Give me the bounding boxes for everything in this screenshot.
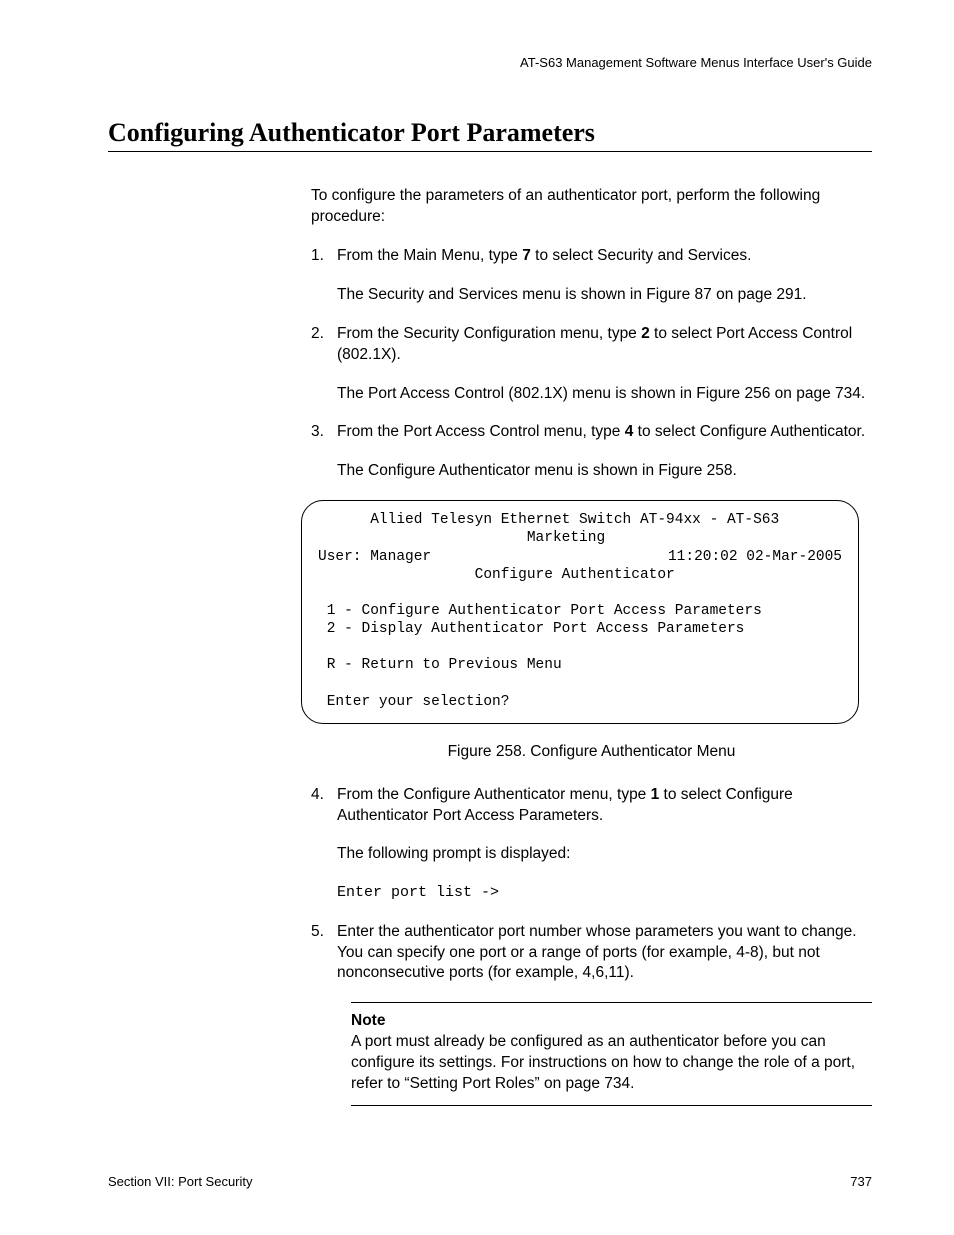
- terminal-option: R - Return to Previous Menu: [318, 656, 842, 674]
- step-2: 2. From the Security Configuration menu,…: [311, 324, 872, 366]
- bold-key: 2: [641, 325, 650, 342]
- terminal-user: User: Manager: [318, 548, 431, 566]
- terminal-line: Marketing: [318, 529, 842, 547]
- figure-caption: Figure 258. Configure Authenticator Menu: [311, 742, 872, 763]
- step-2-follow: The Port Access Control (802.1X) menu is…: [337, 384, 872, 405]
- text: From the Configure Authenticator menu, t…: [337, 786, 651, 803]
- terminal-blank: [318, 584, 842, 602]
- step-number: 2.: [311, 324, 337, 366]
- running-header: AT-S63 Management Software Menus Interfa…: [108, 55, 872, 70]
- step-body: From the Configure Authenticator menu, t…: [337, 785, 872, 827]
- terminal-option: 1 - Configure Authenticator Port Access …: [318, 602, 842, 620]
- text: From the Security Configuration menu, ty…: [337, 325, 641, 342]
- terminal-line: Allied Telesyn Ethernet Switch AT-94xx -…: [318, 511, 842, 529]
- terminal-blank: [318, 638, 842, 656]
- note-box: Note A port must already be configured a…: [351, 1002, 872, 1106]
- step-4: 4. From the Configure Authenticator menu…: [311, 785, 872, 827]
- step-body: From the Main Menu, type 7 to select Sec…: [337, 246, 872, 267]
- step-5: 5. Enter the authenticator port number w…: [311, 922, 872, 985]
- terminal-line: User: Manager 11:20:02 02-Mar-2005: [318, 548, 842, 566]
- terminal-option: 2 - Display Authenticator Port Access Pa…: [318, 620, 842, 638]
- step-4-follow: The following prompt is displayed:: [337, 844, 872, 865]
- footer-page-number: 737: [850, 1174, 872, 1189]
- terminal-blank: [318, 674, 842, 692]
- step-number: 5.: [311, 922, 337, 985]
- text: From the Port Access Control menu, type: [337, 423, 625, 440]
- step-body: From the Security Configuration menu, ty…: [337, 324, 872, 366]
- page-footer: Section VII: Port Security 737: [108, 1174, 872, 1189]
- terminal-figure: Allied Telesyn Ethernet Switch AT-94xx -…: [301, 500, 872, 723]
- terminal-timestamp: 11:20:02 02-Mar-2005: [668, 548, 842, 566]
- step-1: 1. From the Main Menu, type 7 to select …: [311, 246, 872, 267]
- step-body: From the Port Access Control menu, type …: [337, 422, 872, 443]
- bold-key: 1: [651, 786, 660, 803]
- body-column: To configure the parameters of an authen…: [311, 186, 872, 1106]
- step-3-follow: The Configure Authenticator menu is show…: [337, 461, 872, 482]
- footer-section: Section VII: Port Security: [108, 1174, 253, 1189]
- intro-paragraph: To configure the parameters of an authen…: [311, 186, 872, 228]
- step-3: 3. From the Port Access Control menu, ty…: [311, 422, 872, 443]
- section-title: Configuring Authenticator Port Parameter…: [108, 118, 872, 152]
- step-1-follow: The Security and Services menu is shown …: [337, 285, 872, 306]
- text: From the Main Menu, type: [337, 247, 522, 264]
- note-label: Note: [351, 1011, 872, 1032]
- terminal-box: Allied Telesyn Ethernet Switch AT-94xx -…: [301, 500, 859, 723]
- terminal-line: Configure Authenticator: [318, 566, 842, 584]
- note-text: A port must already be configured as an …: [351, 1032, 872, 1095]
- terminal-prompt: Enter your selection?: [318, 693, 842, 711]
- step-number: 3.: [311, 422, 337, 443]
- step-4-prompt: Enter port list ->: [337, 883, 872, 903]
- text: to select Configure Authenticator.: [633, 423, 865, 440]
- step-number: 1.: [311, 246, 337, 267]
- step-body: Enter the authenticator port number whos…: [337, 922, 872, 985]
- step-number: 4.: [311, 785, 337, 827]
- page: AT-S63 Management Software Menus Interfa…: [0, 0, 954, 1235]
- bold-key: 7: [522, 247, 531, 264]
- text: to select Security and Services.: [531, 247, 752, 264]
